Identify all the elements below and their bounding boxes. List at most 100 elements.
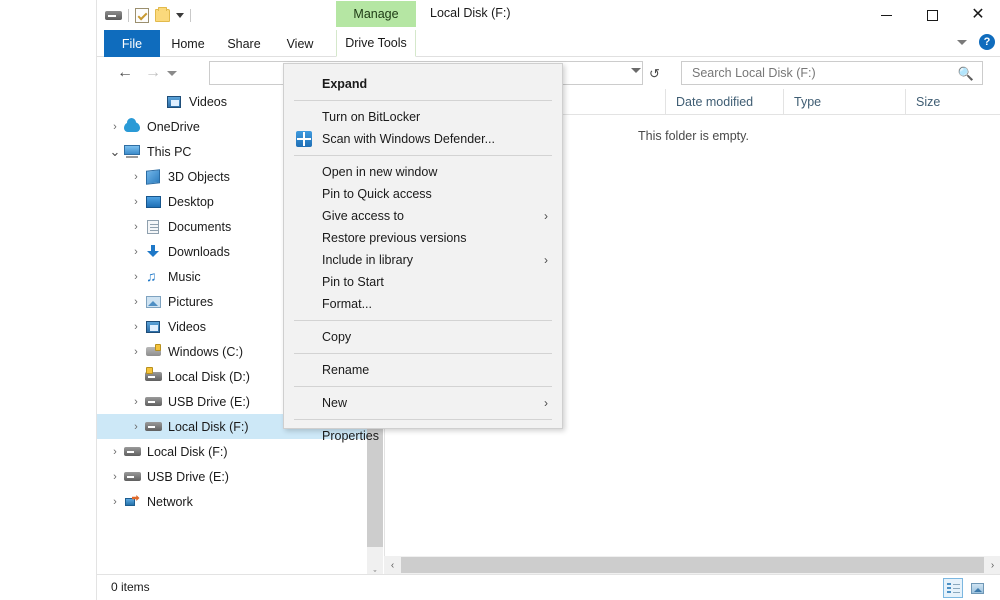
maximize-button[interactable] (909, 0, 955, 30)
hscroll-thumb[interactable] (401, 557, 984, 573)
chevron-down-icon[interactable] (957, 39, 967, 45)
network-icon (123, 494, 141, 510)
tree-item[interactable]: › Network (97, 489, 367, 514)
forward-button[interactable]: → (142, 62, 164, 84)
context-menu-item[interactable]: Restore previous versions (284, 227, 562, 249)
tab-home[interactable]: Home (160, 30, 216, 57)
quick-access-toolbar (105, 5, 191, 25)
chevron-right-icon[interactable]: › (107, 119, 123, 135)
close-button[interactable]: ✕ (955, 0, 1000, 30)
chevron-right-icon[interactable]: › (107, 469, 123, 485)
refresh-icon[interactable]: ↺ (649, 66, 664, 81)
context-menu-item-label: Open in new window (322, 165, 438, 179)
context-menu-item[interactable]: Format... (284, 293, 562, 315)
drive-icon[interactable] (105, 9, 122, 22)
windows-drive-icon (144, 344, 162, 360)
chevron-right-icon[interactable]: › (128, 194, 144, 210)
hscroll-right-icon[interactable]: › (984, 556, 1000, 574)
contextual-tab-label: Manage (353, 7, 399, 21)
context-menu-item-label: Expand (322, 77, 368, 91)
tree-item-label: Videos (168, 319, 206, 334)
context-menu-item-label: Include in library (322, 253, 414, 267)
chevron-right-icon[interactable]: › (128, 419, 144, 435)
column-header-date-modified[interactable]: Date modified (666, 89, 784, 115)
tab-share-label: Share (227, 36, 261, 51)
search-input[interactable]: Search Local Disk (F:) 🔍 (681, 61, 983, 85)
drive-icon (144, 419, 162, 435)
tab-drive-tools-label: Drive Tools (345, 36, 407, 50)
tab-file-label: File (121, 36, 143, 51)
context-menu-item[interactable]: New › (284, 392, 562, 414)
chevron-right-icon[interactable]: › (128, 319, 144, 335)
status-bar: 0 items (97, 574, 1000, 600)
tree-item-label: Documents (168, 219, 232, 234)
context-menu-item[interactable]: Open in new window (284, 161, 562, 183)
qat-divider (128, 8, 129, 22)
search-icon: 🔍 (957, 66, 974, 81)
context-menu-top-padding (284, 64, 562, 73)
downloads-icon (144, 244, 162, 260)
file-explorer-window: Manage Local Disk (F:) ✕ File Home Share… (96, 0, 1000, 600)
screen: Manage Local Disk (F:) ✕ File Home Share… (0, 0, 1000, 600)
chevron-right-icon[interactable]: › (107, 494, 123, 510)
properties-icon[interactable] (135, 7, 149, 23)
context-menu-item-label: New (322, 396, 348, 410)
chevron-right-icon[interactable]: › (128, 294, 144, 310)
context-menu-item[interactable]: Expand (284, 73, 562, 95)
tab-view[interactable]: View (272, 30, 328, 57)
tree-item-label: Pictures (168, 294, 214, 309)
tab-file[interactable]: File (104, 30, 160, 57)
column-header-type[interactable]: Type (784, 89, 906, 115)
tab-drive-tools[interactable]: Drive Tools (336, 30, 416, 57)
context-menu-item[interactable]: Include in library › (284, 249, 562, 271)
context-menu-item[interactable]: Turn on BitLocker (284, 106, 562, 128)
pictures-icon (144, 294, 162, 310)
tab-home-label: Home (171, 36, 205, 51)
context-menu-item[interactable]: Give access to › (284, 205, 562, 227)
chevron-right-icon: › (544, 209, 548, 223)
chevron-right-icon[interactable]: › (107, 444, 123, 460)
tree-item-label: Videos (189, 94, 227, 109)
chevron-right-icon[interactable]: › (128, 219, 144, 235)
column-header-size[interactable]: Size (906, 89, 1000, 115)
qat-divider-2 (190, 8, 191, 22)
contextual-tab-manage[interactable]: Manage (336, 1, 416, 27)
hscroll-left-icon[interactable]: ‹ (384, 556, 401, 574)
context-menu-item-label: Restore previous versions (322, 231, 467, 245)
title-bar: Manage Local Disk (F:) ✕ (97, 0, 1000, 30)
back-button[interactable]: ← (114, 62, 136, 84)
context-menu-bottom-padding (284, 447, 562, 456)
chevron-right-icon[interactable]: › (128, 394, 144, 410)
tree-item-label: Desktop (168, 194, 214, 209)
file-list-horizontal-scrollbar[interactable]: ‹ › (384, 556, 1000, 574)
context-menu-item-label: Format... (322, 297, 373, 311)
context-menu-item[interactable]: Rename (284, 359, 562, 381)
videos-icon (165, 94, 183, 110)
context-menu-item[interactable]: Properties (284, 425, 562, 447)
context-menu[interactable]: Expand Turn on BitLocker Scan with Windows… (283, 63, 563, 443)
chevron-down-icon[interactable]: ⌄ (107, 144, 123, 160)
context-menu-item[interactable]: Pin to Start (284, 271, 562, 293)
tab-view-label: View (286, 36, 314, 51)
help-icon[interactable]: ? (979, 34, 995, 50)
tab-share[interactable]: Share (216, 30, 272, 57)
minimize-button[interactable] (863, 0, 909, 30)
new-folder-icon[interactable] (155, 6, 170, 22)
customize-dropdown-icon[interactable] (176, 12, 184, 18)
chevron-right-icon[interactable]: › (128, 344, 144, 360)
drive-icon (123, 444, 141, 460)
documents-icon (144, 219, 162, 235)
chevron-right-icon[interactable]: › (128, 269, 144, 285)
locked-drive-icon (144, 367, 162, 385)
chevron-right-icon[interactable]: › (128, 169, 144, 185)
tree-item[interactable]: › USB Drive (E:) (97, 464, 367, 489)
context-menu-item[interactable]: Copy (284, 326, 562, 348)
chevron-right-icon[interactable]: › (128, 244, 144, 260)
large-icons-view-button[interactable] (967, 578, 987, 598)
context-menu-item[interactable]: Scan with Windows Defender... (284, 128, 562, 150)
tree-item-label: Network (147, 494, 193, 509)
details-view-button[interactable] (943, 578, 963, 598)
address-dropdown-icon[interactable] (631, 68, 641, 73)
context-menu-item[interactable]: Pin to Quick access (284, 183, 562, 205)
recent-locations-icon[interactable] (165, 66, 179, 80)
